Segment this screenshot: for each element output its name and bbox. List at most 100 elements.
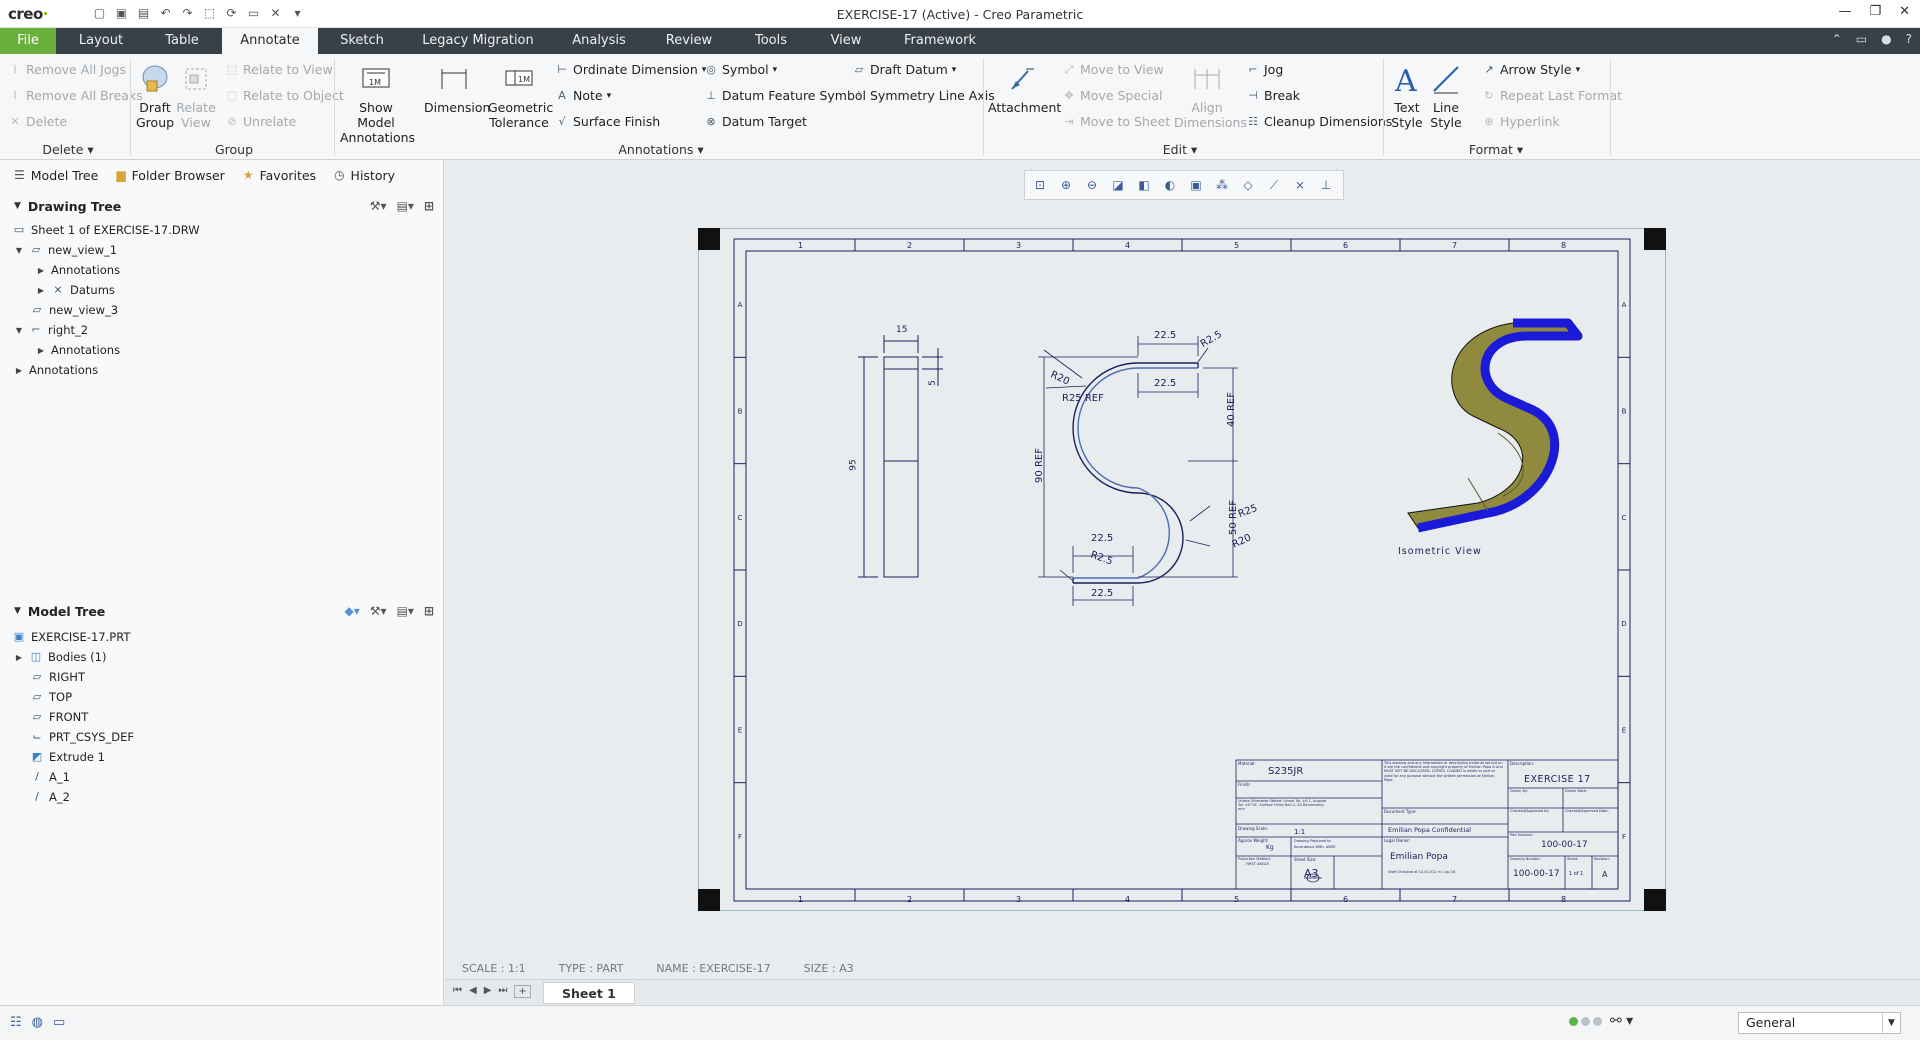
tree-item-new-view-1[interactable]: ▼ ▱ new_view_1 [14,240,117,260]
zoom-out-icon[interactable]: ⊖ [1083,176,1101,194]
remove-all-jogs-button[interactable]: ⌇ Remove All Jogs [8,62,126,77]
dim-r25-ref[interactable]: R25 REF [1062,393,1104,404]
line-style-button[interactable]: Line Style [1428,62,1464,130]
tree-item-extrude[interactable]: ◩ Extrude 1 [30,747,105,767]
ordinate-dimension-button[interactable]: ⊢ Ordinate Dimension ▾ [555,62,706,77]
user-icon[interactable]: ● [1881,32,1891,46]
tree-item-axis[interactable]: / A_1 [30,767,70,787]
show-model-annotations-button[interactable]: 1M Show Model Annotations [340,62,415,145]
notification-icon[interactable]: ▭ [1856,32,1867,46]
datum-display-icon[interactable]: ▣ [1187,176,1205,194]
tree-item-annotations[interactable]: ▶ Annotations [36,340,120,360]
tree-item-annotations[interactable]: ▶ Annotations [14,360,98,380]
tab-layout[interactable]: Layout [60,28,142,54]
tab-legacy-migration[interactable]: Legacy Migration [408,28,548,54]
jog-button[interactable]: ⌐ Jog [1246,62,1283,77]
annotation-display-icon[interactable]: ⁂ [1213,176,1231,194]
collapse-ribbon-icon[interactable]: ⌃ [1832,32,1842,46]
restore-icon[interactable]: ❐ [1869,4,1881,19]
browser-icon[interactable]: ◍ [32,1015,43,1030]
align-dimensions-button[interactable]: Align Dimensions [1174,62,1247,130]
tree-item-csys[interactable]: ⌙ PRT_CSYS_DEF [30,727,134,747]
tab-table[interactable]: Table [142,28,222,54]
tab-tools[interactable]: Tools [732,28,810,54]
axis-display-icon[interactable]: ⟋ [1265,176,1283,194]
unrelate-button[interactable]: ⊘ Unrelate [225,114,296,129]
annotations-group-label[interactable]: Annotations ▾ [616,142,706,157]
tab-sketch[interactable]: Sketch [322,28,402,54]
repaint-icon[interactable]: ◪ [1109,176,1127,194]
tree-item-bodies[interactable]: ▶ ◫ Bodies (1) [14,647,107,667]
tree-filter-icon[interactable]: ⊞ [424,604,434,618]
tree-item-annotations[interactable]: ▶ Annotations [36,260,120,280]
csys-display-icon[interactable]: ⨯ [1291,176,1309,194]
tree-item-right-2[interactable]: ▼ ⌐ right_2 [14,320,88,340]
geometric-tolerance-button[interactable]: 1M Geometric Tolerance [488,62,553,130]
zoom-in-icon[interactable]: ⊕ [1057,176,1075,194]
text-style-button[interactable]: A Text Style [1388,62,1426,130]
isometric-view-label[interactable]: Isometric View [1398,546,1482,557]
tab-review[interactable]: Review [646,28,732,54]
plane-display-icon[interactable]: ⊥ [1317,176,1335,194]
toggle-navigator-icon[interactable]: ☷ [10,1015,22,1030]
full-screen-icon[interactable]: ▭ [53,1015,65,1030]
tree-item-datum-plane[interactable]: ▱ FRONT [30,707,89,727]
tree-show-icon[interactable]: ▤▾ [397,604,414,618]
show-icon[interactable]: ◐ [1161,176,1179,194]
tab-file[interactable]: File [0,28,56,54]
tree-settings-icon[interactable]: ⚒▾ [370,199,387,213]
draft-datum-button[interactable]: ▱ Draft Datum ▾ [852,62,957,77]
symbol-button[interactable]: ◎ Symbol ▾ [704,62,777,77]
dim-22-5-top[interactable]: 22.5 [1154,330,1176,341]
dim-5[interactable]: 5 [928,380,938,386]
selection-filter[interactable]: General ▼ [1738,1012,1901,1034]
tree-item-new-view-3[interactable]: ▱ new_view_3 [30,300,118,320]
dim-90-ref[interactable]: 90 REF [1034,448,1045,483]
edit-group-label[interactable]: Edit ▾ [1150,142,1210,157]
tree-item-part[interactable]: ▣ EXERCISE-17.PRT [12,627,131,647]
drawing-tree-header[interactable]: ▼ Drawing Tree ⚒▾ ▤▾ ⊞ [0,195,444,217]
dim-22-5-lower[interactable]: 22.5 [1091,533,1113,544]
dim-15[interactable]: 15 [896,325,907,335]
datum-target-button[interactable]: ⊗ Datum Target [704,114,807,129]
tab-view[interactable]: View [810,28,882,54]
tab-framework[interactable]: Framework [890,28,990,54]
surface-finish-button[interactable]: √ Surface Finish [555,114,660,129]
draft-group-button[interactable]: Draft Group [136,62,174,130]
find-icon[interactable]: ⚯ ▾ [1610,1013,1633,1029]
note-button[interactable]: A Note ▾ [555,88,611,103]
tree-item-datums[interactable]: ▶ ⨯ Datums [36,280,115,300]
relate-view-button[interactable]: Relate View [176,62,216,130]
display-style-icon[interactable]: ◧ [1135,176,1153,194]
first-sheet-icon[interactable]: ⏮ [453,985,462,998]
tab-analysis[interactable]: Analysis [556,28,642,54]
model-tree-header[interactable]: ▼ Model Tree ◆▾ ⚒▾ ▤▾ ⊞ [0,600,444,622]
relate-to-view-button[interactable]: ⬚ Relate to View [225,62,333,77]
drawing-sheet[interactable]: 1122334455667788AABBCCDDEEFF 15 5 95 22.… [698,228,1666,911]
dim-95[interactable]: 95 [849,459,859,470]
close-icon[interactable]: ✕ [1899,4,1910,19]
model-display-icon[interactable]: ◆▾ [345,604,360,618]
tree-filter-icon[interactable]: ⊞ [424,199,434,213]
move-special-button[interactable]: ✥ Move Special [1062,88,1162,103]
delete-group-label[interactable]: Delete ▾ [38,142,98,157]
refit-icon[interactable]: ⊡ [1031,176,1049,194]
dimension-button[interactable]: Dimension [424,62,490,115]
tab-annotate[interactable]: Annotate [222,28,318,54]
move-to-view-button[interactable]: ⤢ Move to View [1062,62,1164,77]
attachment-button[interactable]: Attachment [988,62,1061,115]
tab-history[interactable]: ◷ History [330,163,399,187]
next-sheet-icon[interactable]: ▶ [484,985,492,998]
minimize-icon[interactable]: — [1838,4,1851,19]
prev-sheet-icon[interactable]: ◀ [469,985,477,998]
break-button[interactable]: ⊣ Break [1246,88,1300,103]
tab-sheet-1[interactable]: Sheet 1 [543,982,635,1004]
tree-item-datum-plane[interactable]: ▱ TOP [30,687,72,707]
dim-22-5-inner[interactable]: 22.5 [1154,378,1176,389]
tree-item-datum-plane[interactable]: ▱ RIGHT [30,667,85,687]
add-sheet-icon[interactable]: + [514,985,531,998]
format-group-label[interactable]: Format ▾ [1466,142,1526,157]
relate-to-object-button[interactable]: ⬚ Relate to Object [225,88,344,103]
datum-feature-symbol-button[interactable]: ⊥ Datum Feature Symbol [704,88,866,103]
symmetry-line-axis-button[interactable]: ⋮ Symmetry Line Axis [852,88,995,103]
